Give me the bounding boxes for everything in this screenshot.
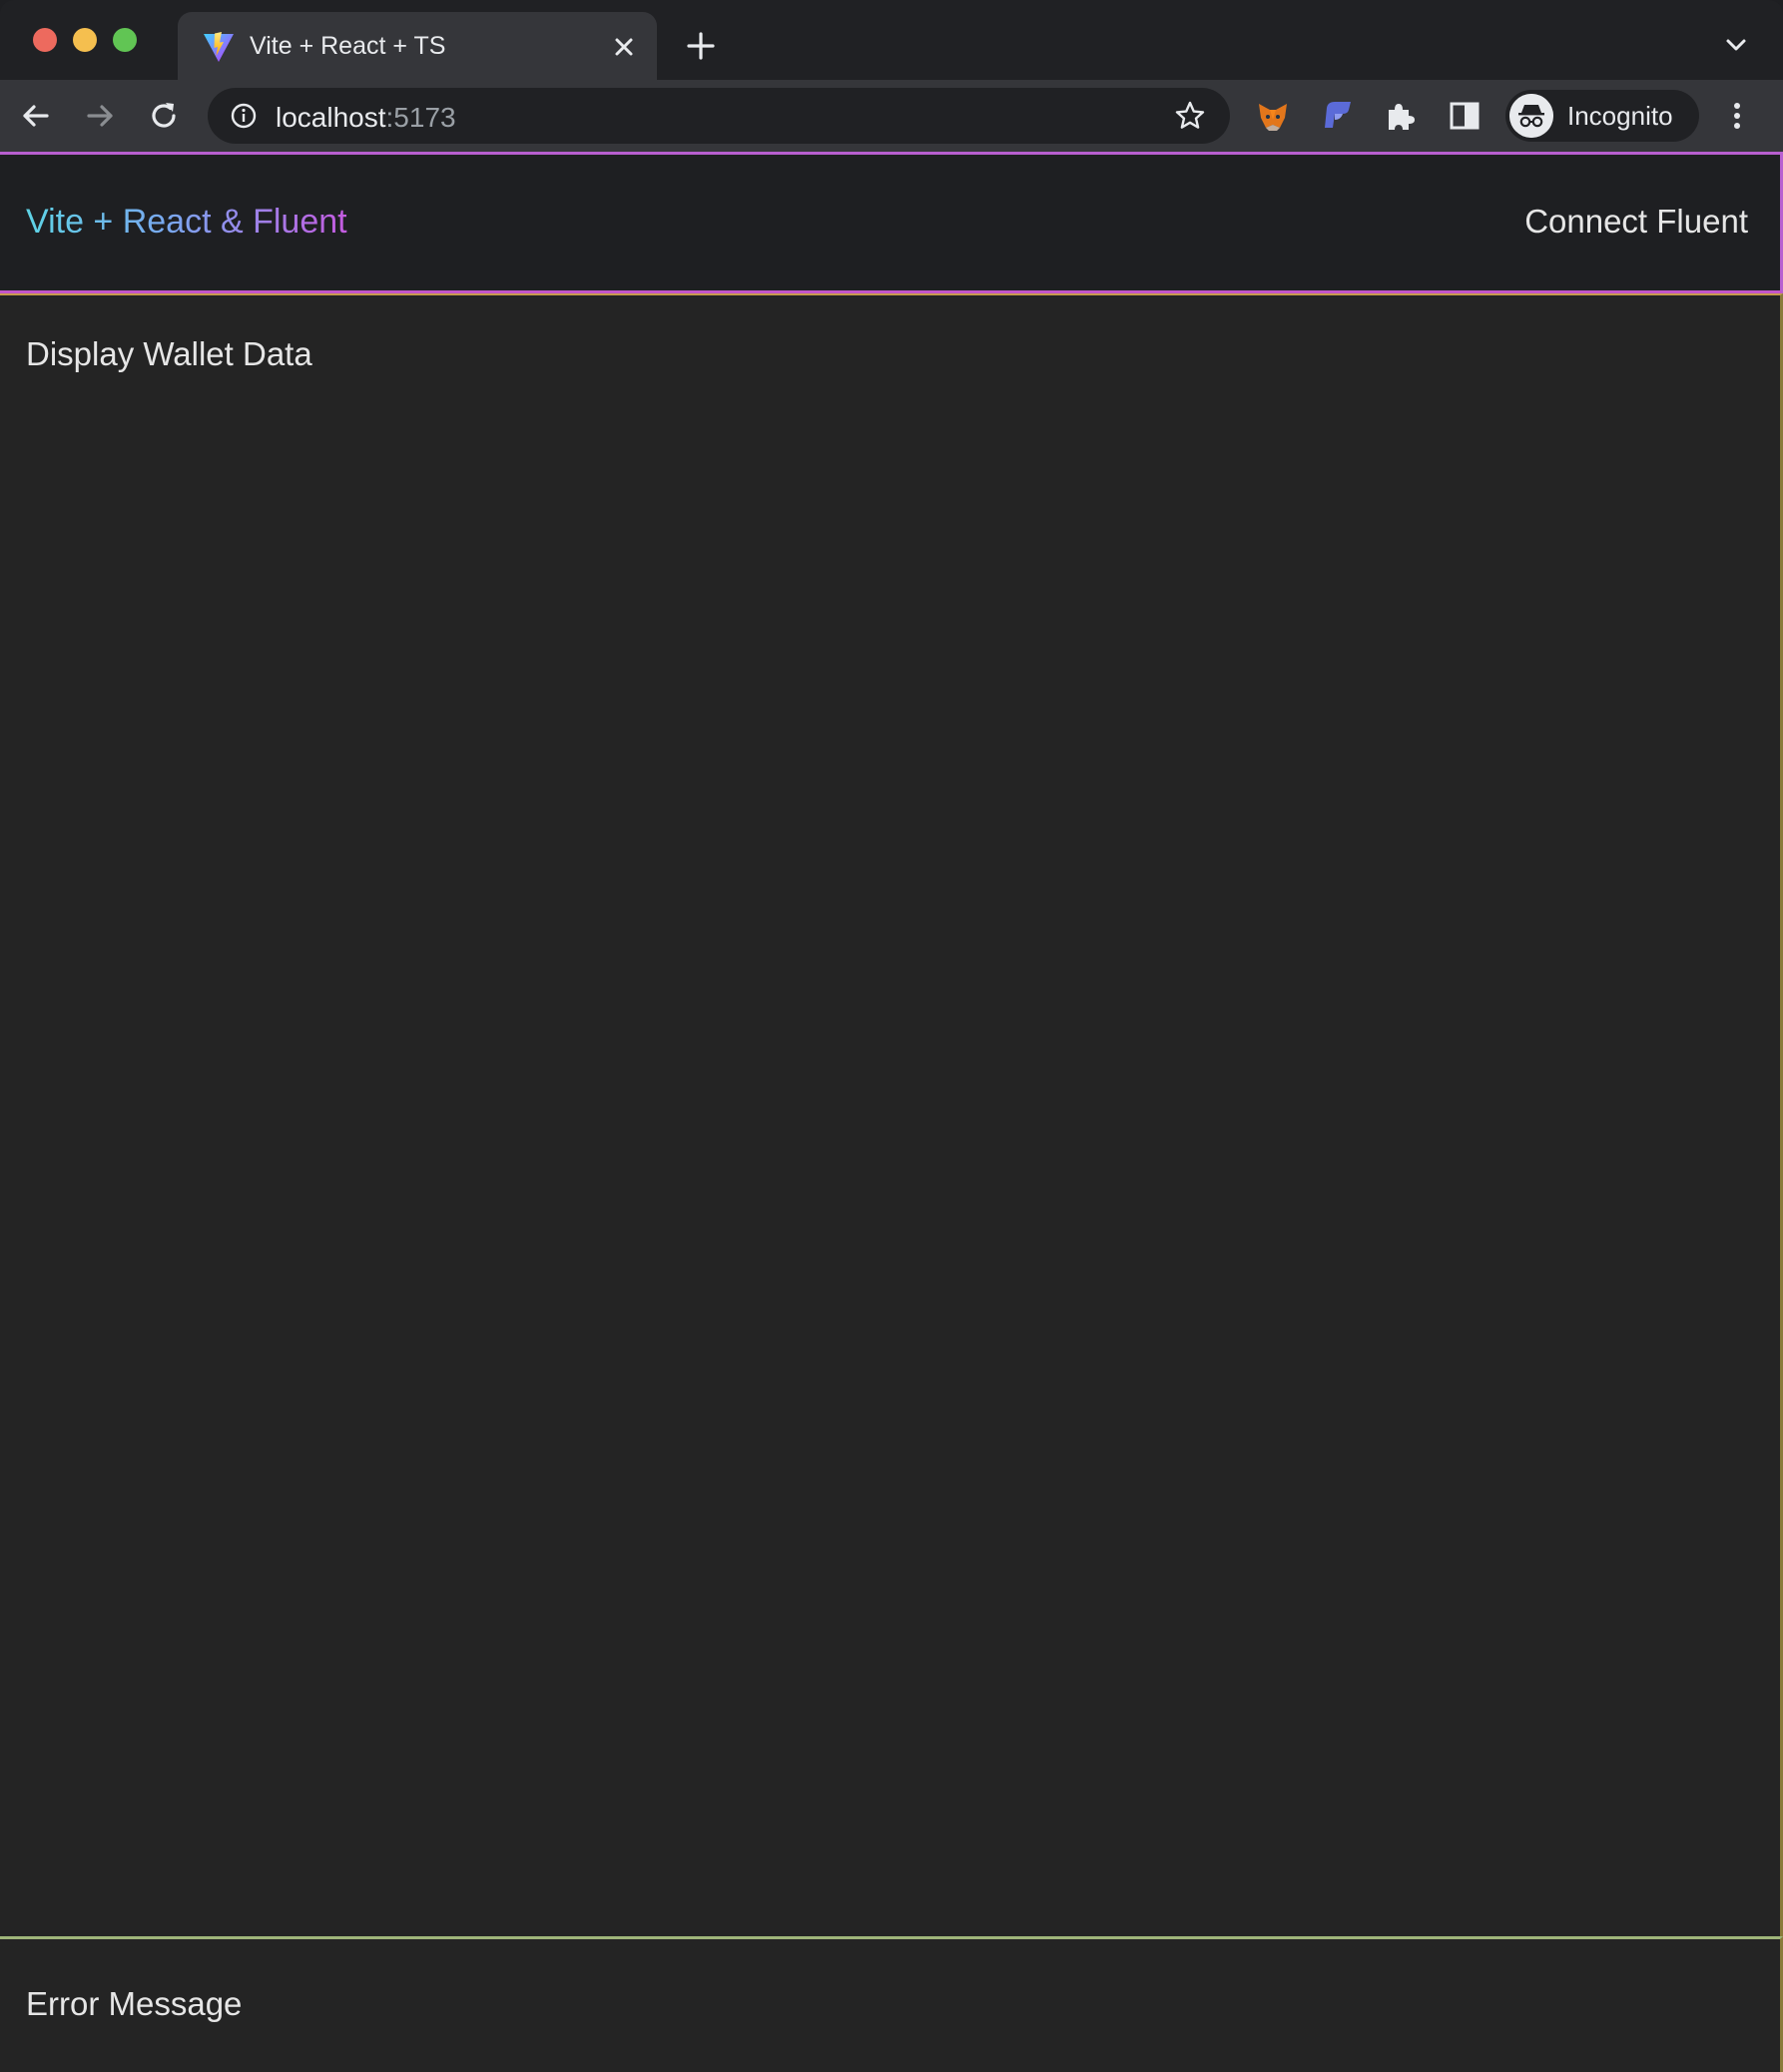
kebab-menu-icon[interactable]: [1721, 98, 1753, 134]
minimize-window-button[interactable]: [73, 28, 97, 52]
arrow-left-icon[interactable]: [18, 98, 54, 134]
reload-icon[interactable]: [146, 98, 182, 134]
url-port: :5173: [385, 102, 456, 133]
app-header: Vite + React & Fluent Connect Fluent: [0, 152, 1783, 293]
url-host: localhost: [276, 102, 386, 133]
browser-tab-active[interactable]: Vite + React + TS: [178, 12, 657, 80]
connect-fluent-button[interactable]: Connect Fluent: [1524, 203, 1748, 241]
fluent-wallet-icon[interactable]: [1319, 98, 1355, 134]
maximize-window-button[interactable]: [113, 28, 137, 52]
address-bar[interactable]: localhost:5173: [208, 88, 1230, 144]
tab-title: Vite + React + TS: [250, 32, 446, 60]
url-text[interactable]: localhost:5173: [276, 102, 456, 134]
web-content: Vite + React & Fluent Connect Fluent Dis…: [0, 152, 1783, 2072]
error-panel: Error Message: [0, 1936, 1783, 2072]
star-icon[interactable]: [1174, 100, 1206, 132]
side-panel-icon[interactable]: [1447, 98, 1483, 134]
wallet-data-panel: Display Wallet Data: [0, 293, 1783, 1940]
tab-strip: Vite + React + TS: [0, 0, 1783, 80]
new-tab-icon[interactable]: [683, 28, 719, 64]
app-brand-title: Vite + React & Fluent: [26, 203, 347, 241]
info-icon[interactable]: [230, 102, 258, 130]
wallet-data-title: Display Wallet Data: [26, 335, 312, 372]
chevron-down-icon[interactable]: [1721, 30, 1751, 60]
close-tab-icon[interactable]: [609, 32, 639, 62]
arrow-right-icon[interactable]: [82, 98, 118, 134]
close-window-button[interactable]: [33, 28, 57, 52]
metamask-fox-icon[interactable]: [1255, 98, 1291, 134]
vite-logo-icon: [204, 32, 234, 62]
browser-window: Vite + React + TS localhost:5173 Incogni…: [0, 0, 1783, 2072]
profile-label: Incognito: [1567, 101, 1673, 131]
incognito-profile-chip[interactable]: Incognito: [1505, 90, 1699, 142]
puzzle-icon[interactable]: [1383, 98, 1419, 134]
browser-toolbar: localhost:5173 Incognito: [0, 80, 1783, 152]
error-message-title: Error Message: [26, 1985, 243, 2022]
incognito-icon: [1509, 94, 1553, 138]
